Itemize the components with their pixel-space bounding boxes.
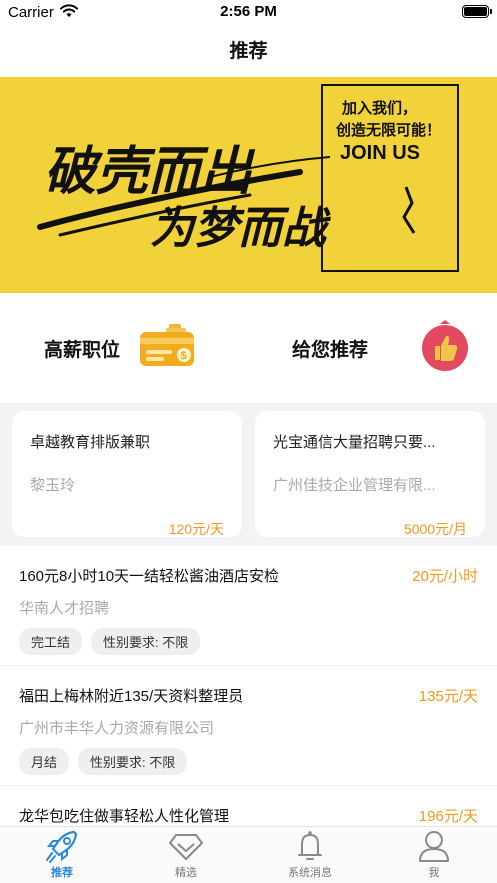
page-title: 推荐	[229, 41, 268, 62]
user-icon	[416, 829, 452, 863]
thumbs-up-icon	[420, 318, 470, 379]
rocket-icon	[44, 829, 80, 863]
job-salary: 196元/天	[418, 808, 478, 825]
featured-job-company: 黎玉玲	[30, 477, 76, 494]
quick-link-high-salary[interactable]: 高薪职位 $	[44, 293, 198, 403]
banner-headline-line2: 为梦而战	[150, 203, 331, 254]
banner-box-line1: 加入我们，	[341, 99, 417, 117]
banner[interactable]: 加入我们， 创造无限可能！ JOIN US 破壳而出 为梦而战	[0, 77, 497, 293]
tab-system-messages[interactable]: 系统消息	[248, 827, 372, 883]
tab-label: 我	[428, 867, 440, 879]
tab-label: 推荐	[51, 867, 73, 879]
quick-link-recommend[interactable]: 给您推荐	[292, 293, 470, 403]
job-tags: 完工结 性别要求: 不限	[19, 628, 201, 655]
card-money-icon: $	[136, 322, 198, 375]
quick-links: 高薪职位 $ 给您推荐	[0, 293, 497, 403]
featured-job-card[interactable]: 光宝通信大量招聘只要... 广州佳技企业管理有限... 5000元/月	[255, 411, 485, 537]
job-salary: 135元/天	[418, 688, 478, 705]
job-title: 龙华包吃住做事轻松人性化管理	[19, 808, 230, 825]
banner-headline-line1: 破壳而出	[44, 141, 256, 202]
tab-featured[interactable]: 精选	[124, 827, 248, 883]
bell-icon	[292, 829, 328, 863]
banner-box-line3: JOIN US	[340, 142, 420, 164]
battery-icon	[462, 5, 492, 18]
job-list-item[interactable]: 福田上梅林附近135/天资料整理员 135元/天 广州市丰华人力资源有限公司 月…	[0, 666, 497, 786]
quick-link-label: 给您推荐	[292, 339, 369, 361]
job-company: 华南人才招聘	[19, 600, 110, 617]
tab-me[interactable]: 我	[372, 827, 496, 883]
job-company: 广州市丰华人力资源有限公司	[19, 720, 215, 737]
job-salary: 20元/小时	[412, 568, 478, 585]
featured-job-company: 广州佳技企业管理有限...	[273, 477, 436, 494]
diamond-icon	[168, 829, 204, 863]
featured-job-title: 光宝通信大量招聘只要...	[273, 434, 436, 451]
tab-recommend[interactable]: 推荐	[0, 827, 124, 883]
job-title: 福田上梅林附近135/天资料整理员	[19, 688, 244, 705]
status-bar: Carrier 2:56 PM	[0, 0, 497, 26]
svg-text:$: $	[181, 350, 187, 362]
job-tag: 月结	[19, 748, 70, 775]
featured-job-salary: 5000元/月	[403, 521, 467, 537]
job-tag: 完工结	[19, 628, 83, 655]
quick-link-label: 高薪职位	[44, 339, 121, 361]
tab-label: 系统消息	[288, 867, 332, 879]
banner-box-line2: 创造无限可能！	[335, 121, 441, 139]
featured-jobs: 卓越教育排版兼职 黎玉玲 120元/天 光宝通信大量招聘只要... 广州佳技企业…	[0, 403, 497, 546]
featured-job-title: 卓越教育排版兼职	[30, 434, 151, 451]
job-tag: 性别要求: 不限	[78, 748, 188, 775]
job-tag: 性别要求: 不限	[91, 628, 201, 655]
featured-job-salary: 120元/天	[168, 521, 224, 537]
job-title: 160元8小时10天一结轻松酱油酒店安检	[19, 568, 280, 585]
tab-bar: 推荐 精选 系统消息 我	[0, 826, 497, 883]
job-list-item[interactable]: 160元8小时10天一结轻松酱油酒店安检 20元/小时 华南人才招聘 完工结 性…	[0, 546, 497, 666]
tab-label: 精选	[175, 867, 197, 879]
job-tags: 月结 性别要求: 不限	[19, 748, 188, 775]
clock: 2:56 PM	[220, 3, 277, 20]
featured-job-card[interactable]: 卓越教育排版兼职 黎玉玲 120元/天	[12, 411, 242, 537]
